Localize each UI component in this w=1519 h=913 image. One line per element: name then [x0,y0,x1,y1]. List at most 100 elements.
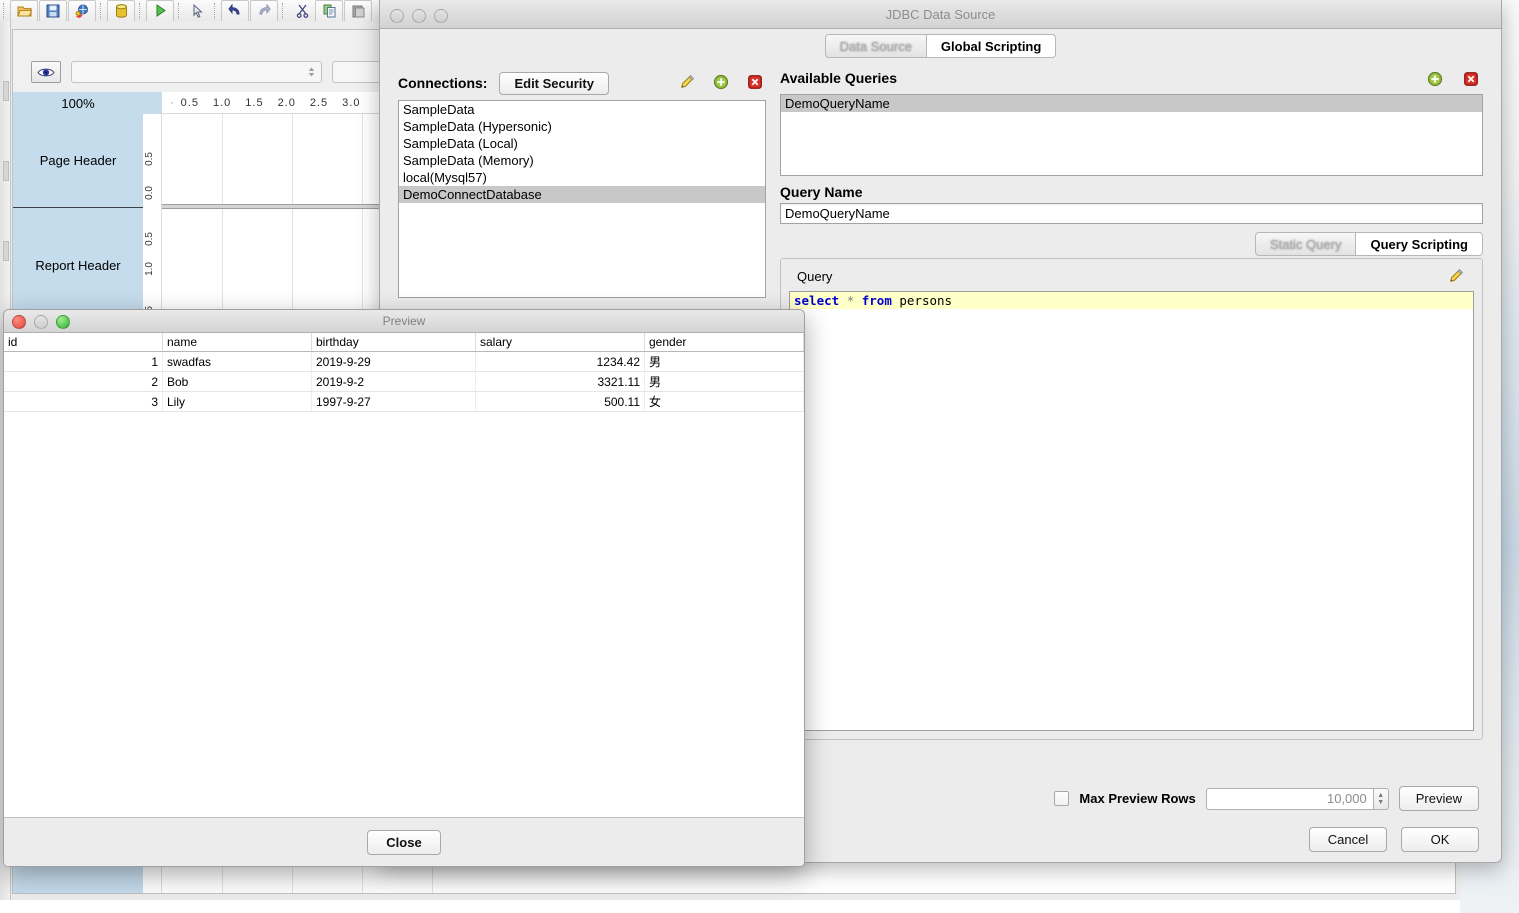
preview-window: Preview id name birthday salary gender 1 [3,309,805,867]
list-item[interactable]: SampleData (Hypersonic) [399,118,765,135]
open-icon[interactable] [10,0,38,22]
remove-x-icon[interactable] [743,71,767,93]
vruler-tick: 0.5 [144,232,155,246]
zoom-level-label[interactable]: 100% [13,92,144,114]
table-row[interactable]: 2 Bob 2019-9-2 3321.11 男 [4,371,804,392]
cell-name: Bob [162,371,312,392]
column-header-salary[interactable]: salary [475,333,645,352]
ruler-tick: 0.5 [180,96,199,109]
paste-icon[interactable] [344,0,372,22]
save-icon[interactable] [39,0,67,22]
ok-button[interactable]: OK [1401,827,1479,852]
max-preview-rows-input[interactable]: 10,000 [1205,787,1373,810]
close-window-button[interactable] [390,9,404,23]
tab-data-source[interactable]: Data Source [824,34,927,58]
preview-eye-icon[interactable] [31,61,61,83]
edit-pencil-icon[interactable] [675,71,699,93]
undo-icon[interactable] [221,0,249,22]
stepper-arrows-icon[interactable]: ▲ ▼ [1372,787,1389,810]
copy-icon[interactable] [315,0,343,22]
available-queries-header: Available Queries [780,70,1483,92]
band-report-header[interactable]: Report Header [13,208,143,324]
sql-token-space [854,293,862,308]
preview-window-title: Preview [382,314,426,328]
preview-window-controls[interactable] [12,315,70,329]
add-plus-icon[interactable] [1423,68,1447,90]
query-label: Query [797,269,833,284]
cancel-button[interactable]: Cancel [1309,827,1387,852]
list-item[interactable]: SampleData (Local) [399,135,765,152]
column-header-id[interactable]: id [4,333,163,352]
tab-query-scripting[interactable]: Query Scripting [1356,232,1483,256]
element-filter-combo[interactable] [71,61,322,83]
maximize-window-button[interactable] [434,9,448,23]
edit-pencil-icon[interactable] [1444,265,1468,287]
query-editor-card: Query select * from persons [780,258,1483,740]
tab-static-query[interactable]: Static Query [1254,232,1357,256]
queries-icon-group [1423,68,1483,90]
column-header-gender[interactable]: gender [644,333,804,352]
database-icon[interactable] [107,0,135,22]
screen: 100% · 0.5 1.0 1.5 2.0 2.5 3.0 Page Head… [0,0,1519,913]
minimize-window-button[interactable] [412,9,426,23]
chevron-up-icon[interactable]: ▲ [1377,792,1384,799]
sql-token-identifier: persons [899,293,953,308]
edit-security-button[interactable]: Edit Security [499,71,609,95]
list-item[interactable]: local(Mysql57) [399,169,765,186]
connections-list[interactable]: SampleData SampleData (Hypersonic) Sampl… [398,100,766,298]
query-name-input[interactable]: DemoQueryName [780,203,1483,224]
dialog-action-row: Cancel OK [779,827,1479,852]
cell-birthday: 1997-9-27 [311,391,476,412]
query-tab-row: Static Query Query Scripting [780,232,1483,256]
connections-header: Connections: Edit Security [398,70,766,96]
band-page-header[interactable]: Page Header [13,114,143,208]
rail-tick [3,161,9,181]
select-pointer-icon[interactable] [185,1,211,21]
close-button[interactable]: Close [367,829,441,855]
minimize-window-button[interactable] [34,315,48,329]
results-grid: id name birthday salary gender 1 swadfas… [4,333,804,412]
run-icon[interactable] [146,0,174,22]
preview-results-table[interactable]: id name birthday salary gender 1 swadfas… [4,333,804,857]
redo-icon[interactable] [250,0,278,22]
cell-name: swadfas [162,351,312,372]
list-item[interactable]: SampleData (Memory) [399,152,765,169]
max-preview-rows-checkbox[interactable] [1054,791,1070,806]
sql-editor[interactable]: select * from persons [789,291,1474,731]
max-preview-rows-stepper[interactable]: 10,000 ▲ ▼ [1205,787,1389,810]
toolbar-separator [100,2,104,19]
add-plus-icon[interactable] [709,71,733,93]
jdbc-tabs: Data Source Global Scripting [824,34,1057,58]
column-header-name[interactable]: name [162,333,312,352]
chevron-down-icon[interactable]: ▼ [1377,799,1384,806]
tab-global-scripting[interactable]: Global Scripting [926,34,1057,58]
sql-current-line[interactable]: select * from persons [790,292,1473,309]
preview-button[interactable]: Preview [1398,786,1479,811]
queries-pane: Available Queries DemoQueryName Query Na… [780,70,1483,740]
table-row[interactable]: 1 swadfas 2019-9-29 1234.42 男 [4,351,804,372]
available-queries-label: Available Queries [780,70,897,86]
list-item-selected[interactable]: DemoConnectDatabase [399,186,765,203]
max-preview-rows-row: Max Preview Rows 10,000 ▲ ▼ Preview [779,786,1479,811]
sql-token-space [839,293,847,308]
publish-icon[interactable] [68,0,96,22]
list-item[interactable]: SampleData [399,101,765,118]
column-header-birthday[interactable]: birthday [311,333,476,352]
maximize-window-button[interactable] [56,315,70,329]
jdbc-titlebar: JDBC Data Source [380,0,1501,29]
ruler-tick: 1.5 [245,96,264,109]
cell-gender: 男 [644,371,804,392]
cell-salary: 3321.11 [475,371,645,392]
table-row[interactable]: 3 Lily 1997-9-27 500.11 女 [4,391,804,412]
cell-gender: 男 [644,351,804,372]
query-name-label: Query Name [780,184,863,200]
jdbc-window-controls[interactable] [390,9,448,23]
rail-tick [3,241,9,261]
available-queries-list[interactable]: DemoQueryName [780,94,1483,176]
ruler-tick: 3.0 [342,96,361,109]
close-window-button[interactable] [12,315,26,329]
results-header: id name birthday salary gender [4,333,804,352]
cut-icon[interactable] [289,1,315,21]
remove-x-icon[interactable] [1459,68,1483,90]
list-item-selected[interactable]: DemoQueryName [781,95,1482,112]
